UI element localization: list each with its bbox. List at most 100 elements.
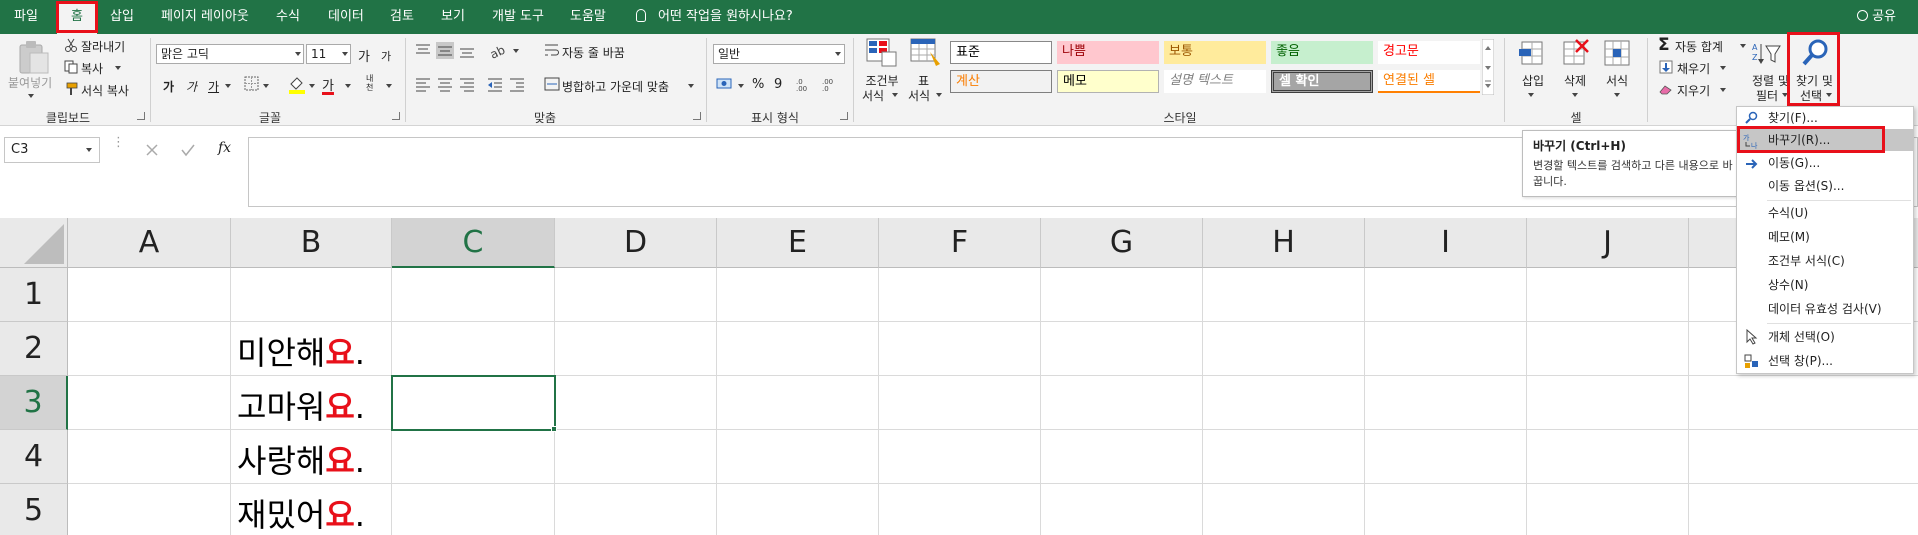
name-box-dropdown-arrow[interactable] <box>86 148 92 152</box>
fill-color-dropdown-arrow[interactable] <box>309 84 315 88</box>
borders-dropdown-arrow[interactable] <box>263 84 269 88</box>
col-header-j[interactable]: J <box>1527 218 1689 268</box>
row-header-2[interactable]: 2 <box>0 322 68 376</box>
fill-handle[interactable] <box>551 426 557 432</box>
underline-dropdown-arrow[interactable] <box>225 84 231 88</box>
cell-b2[interactable]: 미안해요. <box>237 328 365 374</box>
conditional-dropdown-arrow[interactable] <box>892 93 898 97</box>
format-cells-button[interactable]: 서식 <box>1606 72 1628 89</box>
format-as-table-label-2[interactable]: 서식 <box>908 87 930 104</box>
row-header-4[interactable]: 4 <box>0 430 68 484</box>
copy-button[interactable]: 복사 <box>81 60 103 77</box>
col-header-c[interactable]: C <box>392 218 555 268</box>
font-color-button[interactable]: 가 <box>322 75 334 94</box>
cell-b4[interactable]: 사랑해요. <box>237 436 365 482</box>
merge-dropdown-arrow[interactable] <box>688 84 694 88</box>
cell-b5[interactable]: 재밌어요. <box>237 490 365 535</box>
find-select-label-2[interactable]: 선택 <box>1800 87 1822 104</box>
style-normal[interactable]: 표준 <box>950 41 1052 64</box>
font-dialog-launcher[interactable] <box>392 112 400 120</box>
autosum-button[interactable]: 자동 합계 <box>1675 38 1723 55</box>
italic-button[interactable]: 가 <box>186 78 197 95</box>
fill-button[interactable]: 채우기 <box>1677 60 1710 77</box>
tab-file[interactable]: 파일 <box>14 0 38 34</box>
delete-dropdown-arrow[interactable] <box>1572 93 1578 97</box>
orientation-icon[interactable]: ab <box>490 42 520 60</box>
autosum-dropdown-arrow[interactable] <box>1740 44 1746 48</box>
clipboard-dialog-launcher[interactable] <box>137 112 145 120</box>
col-header-i[interactable]: I <box>1365 218 1527 268</box>
tell-me-search[interactable]: 어떤 작업을 원하시나요? <box>636 0 793 34</box>
style-linked-cell[interactable]: 연결된 셀 <box>1378 70 1480 93</box>
style-calculation[interactable]: 계산 <box>950 70 1052 93</box>
row-header-3[interactable]: 3 <box>0 376 68 430</box>
font-color-dropdown-arrow[interactable] <box>345 84 351 88</box>
tab-insert[interactable]: 삽입 <box>110 0 134 34</box>
clear-dropdown-arrow[interactable] <box>1720 88 1726 92</box>
menu-item-comments[interactable]: 메모(M) <box>1737 226 1913 248</box>
cut-button[interactable]: 잘라내기 <box>81 38 125 55</box>
number-format-dropdown-arrow[interactable] <box>835 52 841 56</box>
tab-page-layout[interactable]: 페이지 레이아웃 <box>161 0 249 34</box>
tab-home[interactable]: 홈 <box>57 2 97 34</box>
col-header-g[interactable]: G <box>1041 218 1203 268</box>
font-name-dropdown-arrow[interactable] <box>295 52 301 56</box>
menu-item-replace[interactable]: 가나 바꾸기(R)... <box>1737 129 1913 151</box>
col-header-d[interactable]: D <box>555 218 717 268</box>
share-button[interactable]: 공유 <box>1857 0 1896 34</box>
menu-item-goto-special[interactable]: 이동 옵션(S)... <box>1737 175 1913 197</box>
wrap-text-button[interactable]: 자동 줄 바꿈 <box>562 44 625 61</box>
shrink-font-button[interactable]: 가 <box>381 48 391 64</box>
col-header-b[interactable]: B <box>231 218 392 268</box>
horizontal-align-icons[interactable] <box>414 76 524 92</box>
style-check-cell[interactable]: 셀 확인 <box>1271 70 1373 93</box>
styles-scroll-icon[interactable] <box>1482 39 1494 95</box>
style-explanatory[interactable]: 설명 텍스트 <box>1164 70 1266 93</box>
tab-formulas[interactable]: 수식 <box>276 0 300 34</box>
style-bad[interactable]: 나쁨 <box>1057 41 1159 64</box>
sort-filter-dropdown-arrow[interactable] <box>1782 93 1788 97</box>
menu-item-data-validation[interactable]: 데이터 유효성 검사(V) <box>1737 298 1913 320</box>
menu-item-select-objects[interactable]: 개체 선택(O) <box>1737 326 1913 348</box>
phonetic-button[interactable]: 내천 <box>366 74 380 92</box>
vertical-align-icons[interactable] <box>414 42 486 60</box>
row-header-5[interactable]: 5 <box>0 484 68 535</box>
style-good[interactable]: 좋음 <box>1271 41 1373 64</box>
paste-dropdown-arrow[interactable] <box>28 94 34 98</box>
format-painter-button[interactable]: 서식 복사 <box>81 82 129 99</box>
currency-icon[interactable] <box>716 76 738 92</box>
col-header-f[interactable]: F <box>879 218 1041 268</box>
percent-button[interactable]: % <box>752 77 764 92</box>
tab-review[interactable]: 검토 <box>390 0 414 34</box>
confirm-entry-icon[interactable] <box>178 140 198 160</box>
merge-center-button[interactable]: 병합하고 가운데 맞춤 <box>562 78 669 95</box>
col-header-e[interactable]: E <box>717 218 879 268</box>
alignment-dialog-launcher[interactable] <box>693 112 701 120</box>
style-note[interactable]: 메모 <box>1057 70 1159 93</box>
number-dialog-launcher[interactable] <box>840 112 848 120</box>
insert-dropdown-arrow[interactable] <box>1528 93 1534 97</box>
find-select-dropdown-arrow[interactable] <box>1826 93 1832 97</box>
menu-item-conditional-formatting[interactable]: 조건부 서식(C) <box>1737 250 1913 272</box>
insert-function-button[interactable]: fx <box>218 140 231 156</box>
conditional-format-label-2[interactable]: 서식 <box>862 87 884 104</box>
font-name-box[interactable]: 맑은 고딕 <box>156 44 304 64</box>
menu-item-constants[interactable]: 상수(N) <box>1737 274 1913 296</box>
select-all-corner[interactable] <box>0 218 68 268</box>
cancel-entry-icon[interactable] <box>142 140 162 160</box>
copy-dropdown-arrow[interactable] <box>115 66 121 70</box>
style-neutral[interactable]: 보통 <box>1164 41 1266 64</box>
col-header-h[interactable]: H <box>1203 218 1365 268</box>
tab-developer[interactable]: 개발 도구 <box>492 0 544 34</box>
insert-cells-button[interactable]: 삽입 <box>1522 72 1544 89</box>
decimal-buttons-icon[interactable]: .0.00 .00.0 <box>796 76 842 92</box>
menu-item-selection-pane[interactable]: 선택 창(P)... <box>1737 350 1913 372</box>
currency-dropdown-arrow[interactable] <box>738 84 744 88</box>
clear-button[interactable]: 지우기 <box>1677 82 1710 99</box>
menu-item-goto[interactable]: 이동(G)... <box>1737 152 1913 174</box>
phonetic-dropdown-arrow[interactable] <box>386 84 392 88</box>
grow-font-button[interactable]: 가 <box>358 46 370 65</box>
menu-item-formulas[interactable]: 수식(U) <box>1737 202 1913 224</box>
number-format-box[interactable]: 일반 <box>713 44 845 64</box>
paste-button[interactable]: 붙여넣기 <box>8 74 52 91</box>
